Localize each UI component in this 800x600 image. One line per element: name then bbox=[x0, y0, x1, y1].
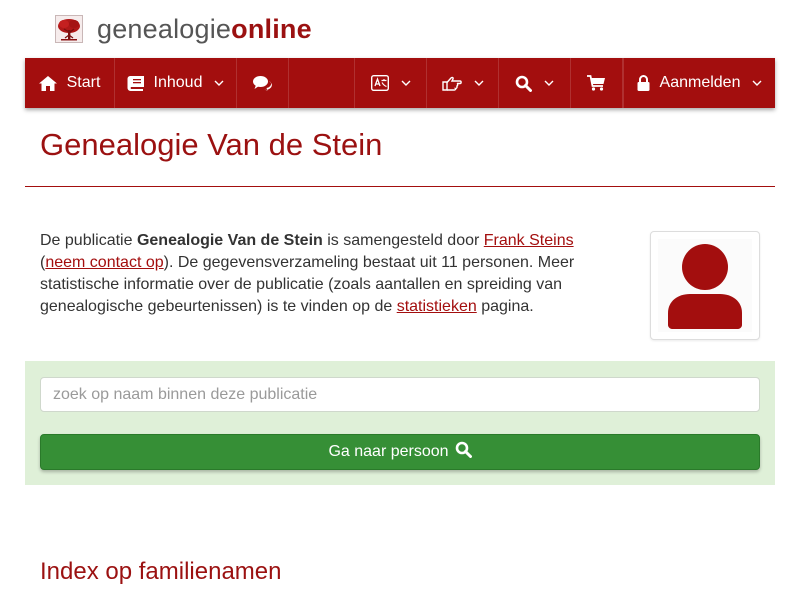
author-avatar[interactable] bbox=[650, 231, 760, 340]
nav-start-label: Start bbox=[66, 74, 101, 91]
intro-text: pagina. bbox=[476, 298, 534, 315]
main-navbar: Start Inhoud Aanmelden bbox=[25, 58, 775, 108]
nav-search[interactable] bbox=[499, 58, 571, 108]
intro-text: De publicatie bbox=[40, 232, 137, 249]
chevron-down-icon bbox=[214, 80, 224, 86]
nav-inhoud-label: Inhoud bbox=[153, 74, 203, 91]
chevron-down-icon bbox=[752, 80, 762, 86]
hand-pointer-icon bbox=[441, 76, 462, 91]
chevron-down-icon bbox=[401, 80, 411, 86]
page-title: Genealogie Van de Stein bbox=[40, 127, 383, 162]
tree-icon bbox=[55, 15, 83, 43]
nav-forum[interactable] bbox=[237, 58, 289, 108]
language-icon bbox=[370, 75, 389, 91]
comments-icon bbox=[252, 75, 273, 91]
contact-link[interactable]: neem contact op bbox=[45, 254, 163, 271]
nav-login-label: Aanmelden bbox=[659, 74, 741, 91]
go-to-person-button[interactable]: Ga naar persoon bbox=[40, 434, 760, 470]
site-logo[interactable]: genealogieonline bbox=[55, 13, 312, 45]
statistics-link[interactable]: statistieken bbox=[397, 298, 477, 315]
author-link[interactable]: Frank Steins bbox=[484, 232, 574, 249]
lock-icon bbox=[637, 75, 650, 91]
nav-start[interactable]: Start bbox=[25, 58, 115, 108]
logo-text-online: online bbox=[231, 13, 312, 44]
book-icon bbox=[127, 75, 144, 91]
site-logo-text: genealogieonline bbox=[97, 14, 312, 45]
shopping-cart-icon bbox=[587, 75, 606, 91]
nav-inhoud[interactable]: Inhoud bbox=[115, 58, 237, 108]
nav-share[interactable] bbox=[427, 58, 499, 108]
nav-login[interactable]: Aanmelden bbox=[623, 58, 775, 108]
person-search-input[interactable] bbox=[40, 377, 760, 412]
go-to-person-label: Ga naar persoon bbox=[328, 443, 449, 460]
search-icon bbox=[515, 75, 532, 92]
chevron-down-icon bbox=[544, 80, 554, 86]
nav-shop[interactable] bbox=[571, 58, 623, 108]
intro-text: is samengesteld door bbox=[322, 232, 484, 249]
publication-name: Genealogie Van de Stein bbox=[136, 232, 323, 249]
surname-index-title: Index op familienamen bbox=[40, 558, 282, 585]
person-search-panel: Ga naar persoon bbox=[25, 361, 775, 485]
search-icon bbox=[449, 441, 472, 463]
chevron-down-icon bbox=[474, 80, 484, 86]
logo-text-genealogie: genealogie bbox=[97, 13, 232, 44]
user-icon bbox=[658, 239, 752, 332]
nav-language[interactable] bbox=[354, 58, 427, 108]
home-icon bbox=[38, 75, 57, 91]
title-divider bbox=[25, 186, 775, 187]
publication-intro: De publicatie Genealogie Van de Stein is… bbox=[40, 230, 600, 318]
